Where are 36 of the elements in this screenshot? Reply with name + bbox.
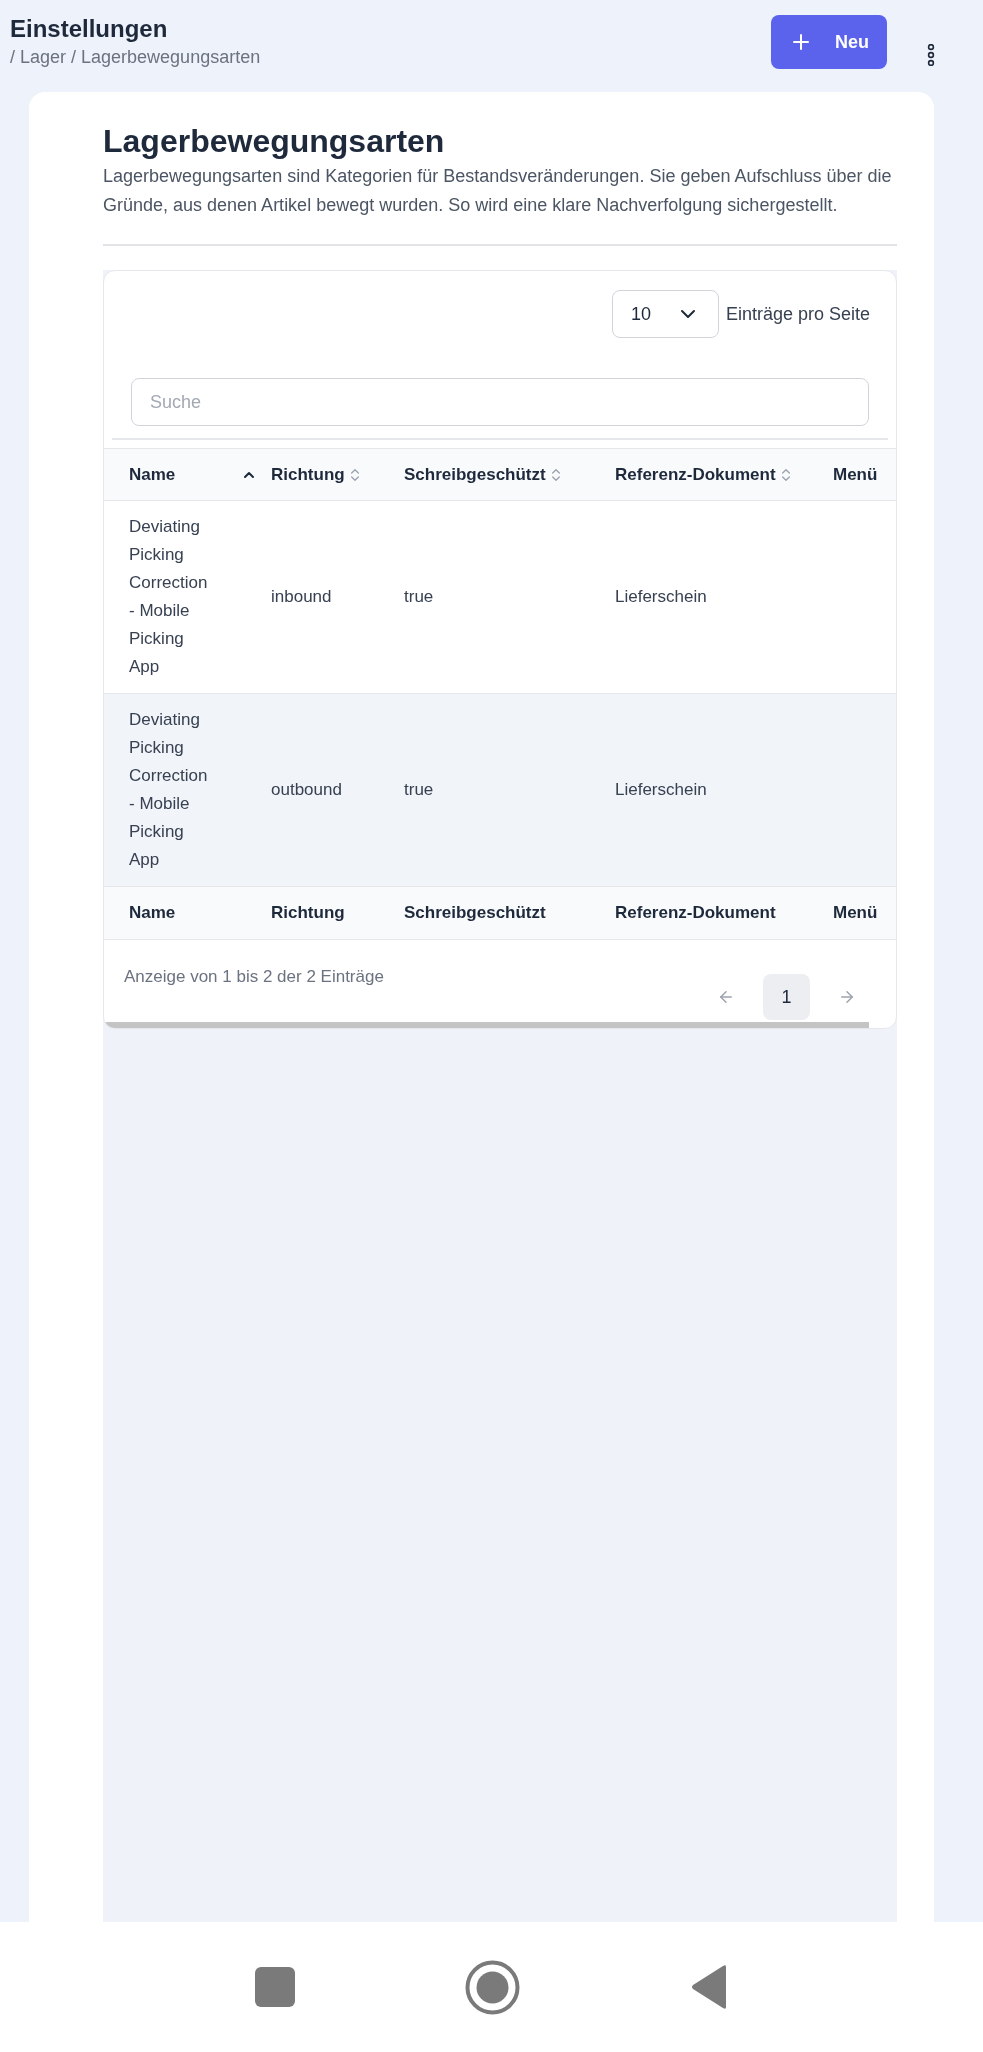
column-footer: Referenz-Dokument	[615, 903, 776, 923]
section-title: Lagerbewegungsarten	[103, 122, 446, 160]
page-size-label: Einträge pro Seite	[725, 302, 870, 326]
new-button[interactable]: Neu	[771, 15, 887, 69]
section-description: Lagerbewegungsarten sind Kategorien für Bestandsveränderungen. Sie geben Aufschluss über die Gründe, aus denen Artikel bewegt wurden. So wird eine klare Nachverfolgung sichergestellt.	[103, 165, 893, 217]
table-cell-text: Lieferschein	[615, 586, 708, 608]
column-header[interactable]: Schreibgeschützt	[404, 461, 546, 488]
column-footer: Menü	[833, 903, 878, 923]
table-cell-text: true	[404, 586, 435, 608]
entries-summary: Anzeige von 1 bis 2 der 2 Einträge	[124, 966, 384, 988]
back-icon[interactable]	[690, 1964, 728, 2010]
page-size-select[interactable]: 10	[611, 290, 719, 338]
column-footer: Name	[129, 903, 176, 923]
page-button[interactable]: 1	[763, 974, 810, 1020]
next-page-icon[interactable]	[838, 988, 856, 1006]
table-cell-text: Deviating Picking Correction - Mobile Picking App	[129, 709, 209, 871]
table-cell-text: Lieferschein	[615, 779, 708, 801]
breadcrumb[interactable]: / Lager / Lagerbewegungsarten	[10, 44, 261, 70]
page-title: Einstellungen	[10, 14, 169, 44]
column-header[interactable]: Referenz-Dokument	[615, 461, 776, 488]
column-footer: Schreibgeschützt	[404, 903, 546, 923]
horizontal-scrollbar[interactable]	[104, 1022, 869, 1028]
search-field[interactable]: Suche	[131, 378, 869, 426]
previous-page-icon[interactable]	[717, 988, 735, 1006]
column-footer: Richtung	[271, 903, 345, 923]
column-header[interactable]: Richtung	[271, 461, 345, 488]
table-cell-text: Deviating Picking Correction - Mobile Picking App	[129, 516, 209, 678]
table-cell-text: true	[404, 779, 435, 801]
home-icon[interactable]	[465, 1959, 520, 2015]
table-row[interactable]: Deviating Picking Correction - Mobile Picking App outbound true Lieferschein	[104, 694, 896, 887]
column-header[interactable]: Name	[129, 461, 176, 488]
more-options-icon[interactable]	[927, 44, 935, 66]
column-header[interactable]: Menü	[833, 461, 878, 488]
table-cell-text: outbound	[271, 779, 343, 801]
recent-apps-icon[interactable]	[255, 1967, 295, 2007]
table-cell-text: inbound	[271, 586, 333, 608]
